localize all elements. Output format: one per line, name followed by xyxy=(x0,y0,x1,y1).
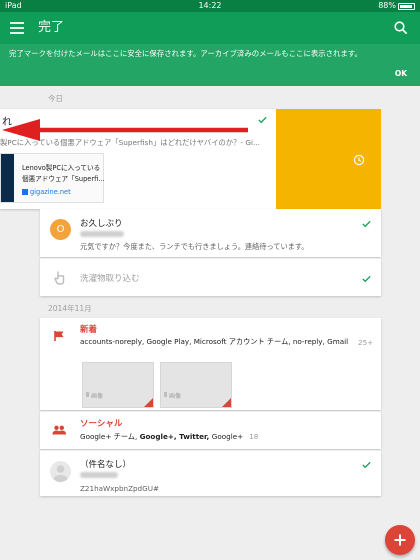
done-check-icon[interactable] xyxy=(361,273,372,284)
attachment-corner-icon xyxy=(222,398,231,407)
page-title: 完了 xyxy=(38,20,65,35)
bundle-social[interactable]: ソーシャル Google+ チーム, Google+, Twitter, Goo… xyxy=(40,411,381,449)
favicon-icon xyxy=(22,189,28,195)
attachment-thumbnail[interactable]: 画像 xyxy=(82,362,154,408)
redacted-sender xyxy=(80,472,118,478)
attachment-thumbnail[interactable]: 画像 xyxy=(160,362,232,408)
email-item[interactable]: O お久しぶり 元気ですか？今度また、ランチでも行きましょう。連絡待っています。 xyxy=(40,209,381,257)
bundle-new[interactable]: 新着 accounts-noreply, Google Play, Micros… xyxy=(40,318,381,410)
banner-text: 完了マークを付けたメールはここに安全に保存されます。アーカイブ済みのメールもここ… xyxy=(9,49,362,58)
bundle-title: ソーシャル xyxy=(80,419,123,429)
clock-icon xyxy=(353,154,365,166)
reminder-hand-icon xyxy=(54,271,65,285)
reminder-item[interactable]: 洗濯物取り込む xyxy=(40,258,381,296)
battery-percent: 88% xyxy=(378,1,396,10)
bundle-title: 新着 xyxy=(80,325,98,335)
image-file-icon xyxy=(86,392,89,397)
bundle-count: 18 xyxy=(249,432,259,441)
arrow-left-icon xyxy=(2,119,248,141)
image-file-icon xyxy=(164,392,167,397)
done-info-banner: 完了マークを付けたメールはここに安全に保存されます。アーカイブ済みのメールもここ… xyxy=(0,44,420,86)
search-icon[interactable] xyxy=(389,16,413,40)
email-subject: お久しぶり xyxy=(80,219,123,229)
done-check-icon[interactable] xyxy=(361,459,372,470)
attachment-label: 画像 xyxy=(91,393,104,400)
default-avatar-icon xyxy=(50,461,71,482)
section-header-nov-2014: 2014年11月 xyxy=(48,304,92,313)
compose-fab-button[interactable] xyxy=(385,525,415,555)
email-snippet: Z21haWxpbnZpdGU# xyxy=(80,484,159,493)
plus-icon xyxy=(394,534,406,546)
redacted-sender xyxy=(80,231,124,237)
email-item[interactable]: （件名なし） Z21haWxpbnZpdGU# xyxy=(40,450,381,496)
email-snippet: 元気ですか？今度また、ランチでも行きましょう。連絡待っています。 xyxy=(80,242,309,251)
done-check-icon[interactable] xyxy=(361,218,372,229)
flag-icon xyxy=(54,331,64,341)
link-preview-title-line1: Lenovo製PCに入っている xyxy=(22,164,101,172)
email-subject: （件名なし） xyxy=(80,460,132,470)
attachment-corner-icon xyxy=(144,398,153,407)
section-header-today: 今日 xyxy=(48,94,63,103)
bundle-count: 25+ xyxy=(358,338,374,347)
app-toolbar: 完了 xyxy=(0,12,420,44)
people-icon xyxy=(52,425,66,435)
snooze-swipe-action[interactable] xyxy=(276,109,381,209)
sender-avatar: O xyxy=(50,219,71,240)
bundle-senders: Google+ チーム, Google+, Twitter, Google+ 18 xyxy=(80,432,258,442)
link-preview-card[interactable]: Lenovo製PCに入っている 個悪アドウェア「Superfi... gigaz… xyxy=(0,153,105,203)
link-domain: gigazine.net xyxy=(30,188,71,196)
bundle-senders: accounts-noreply, Google Play, Microsoft… xyxy=(80,337,350,346)
clock-label: 14:22 xyxy=(198,1,222,10)
link-preview-title-line2: 個悪アドウェア「Superfi... xyxy=(22,175,105,183)
senders-plain: Google+ チーム, xyxy=(80,432,140,441)
attachment-label: 画像 xyxy=(169,393,182,400)
menu-icon[interactable] xyxy=(6,16,30,40)
status-bar: iPad 14:22 88% xyxy=(0,0,420,12)
battery-icon xyxy=(398,3,415,10)
banner-ok-button[interactable]: OK xyxy=(395,69,407,78)
reminder-title: 洗濯物取り込む xyxy=(80,274,140,284)
senders-end: Google+ xyxy=(211,432,244,441)
senders-bold: Google+, Twitter, xyxy=(139,432,212,441)
link-thumbnail xyxy=(1,154,14,202)
